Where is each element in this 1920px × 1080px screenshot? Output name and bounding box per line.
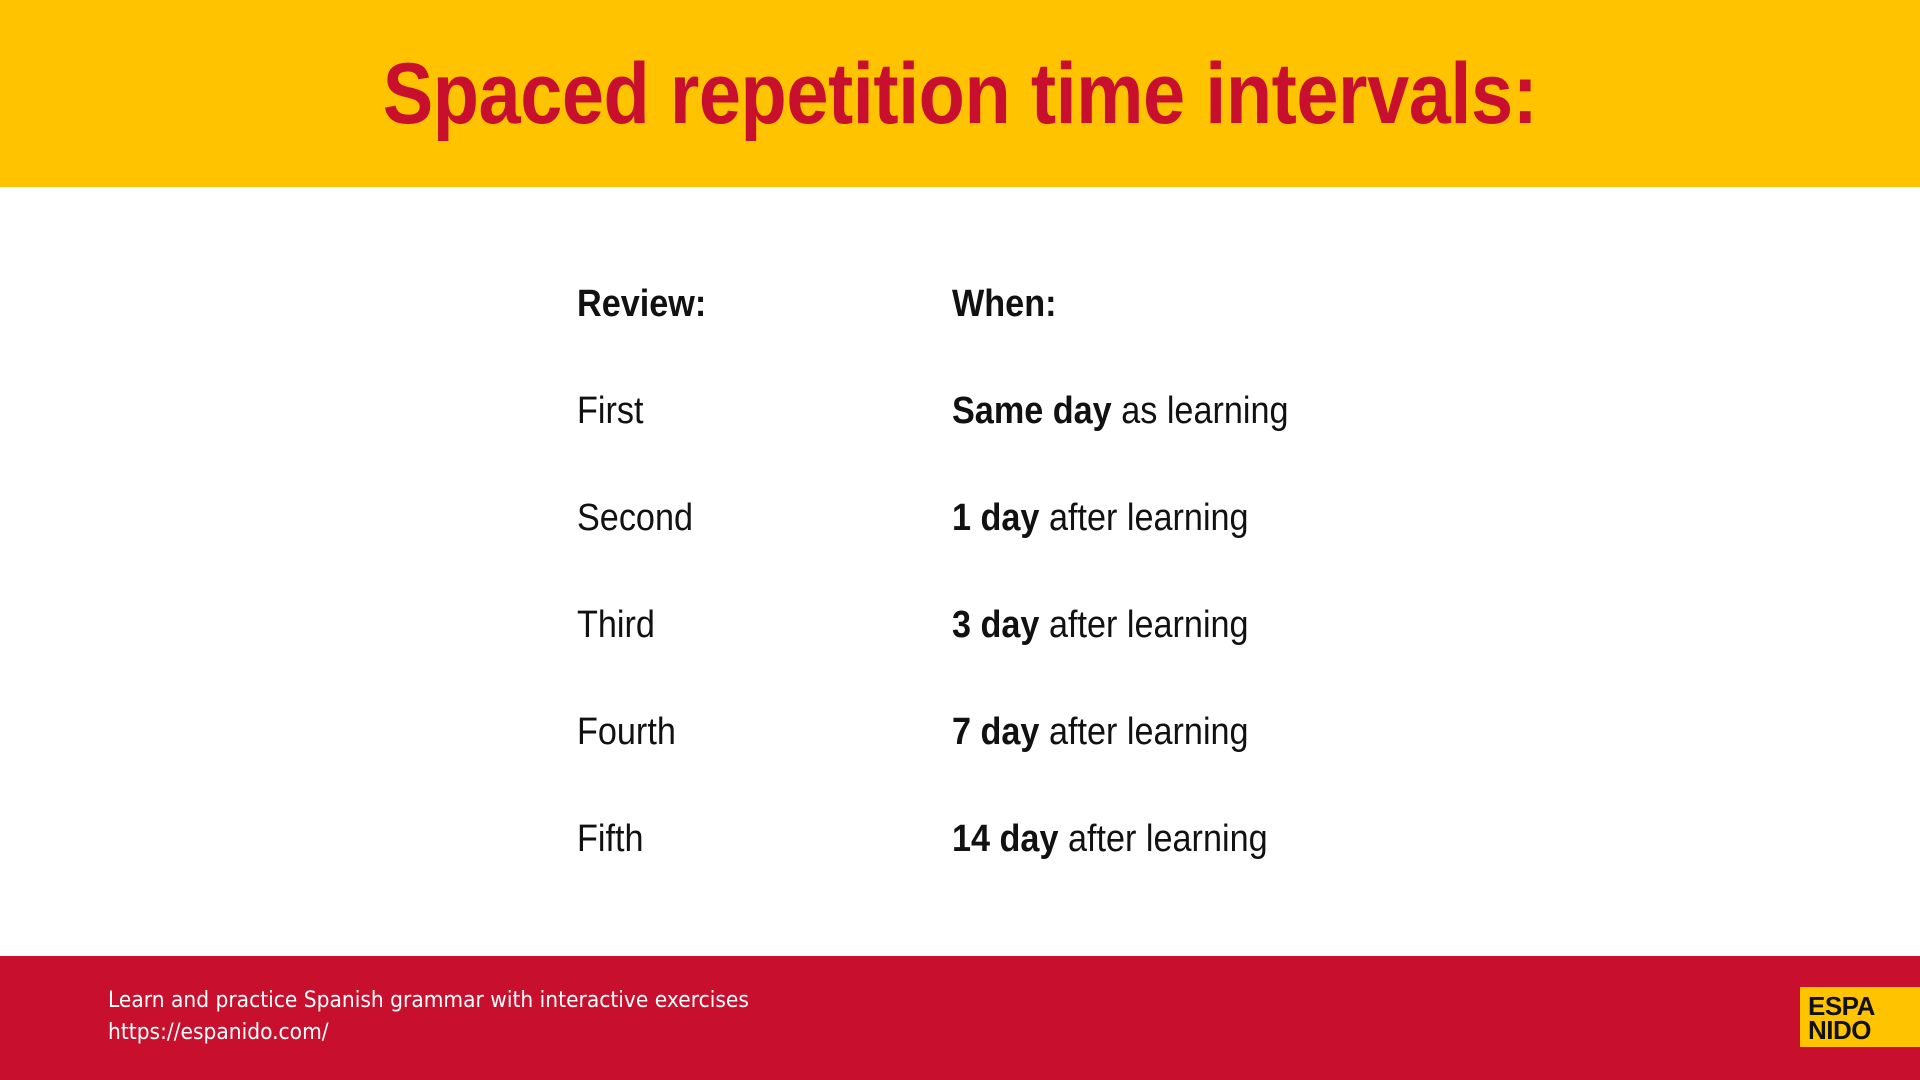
- when-description: after learning: [1058, 818, 1268, 860]
- table-row: Third 3 day after learning: [577, 600, 1477, 650]
- column-header-when: When:: [952, 283, 1057, 325]
- when-description: after learning: [1039, 497, 1249, 539]
- review-label: Fifth: [577, 818, 644, 860]
- review-when: 14 day after learning: [952, 814, 1268, 864]
- table-header-row: Review: When:: [577, 279, 1477, 329]
- when-interval: 7 day: [952, 711, 1040, 753]
- footer-url[interactable]: https://espanido.com/: [108, 1018, 348, 1048]
- table-row: First Same day as learning: [577, 386, 1477, 436]
- review-when: 1 day after learning: [952, 493, 1249, 543]
- espanido-logo[interactable]: ESPA NIDO: [1800, 987, 1920, 1047]
- when-description: after learning: [1039, 711, 1249, 753]
- footer-bar: Learn and practice Spanish grammar with …: [0, 956, 1920, 1080]
- when-interval: 3 day: [952, 604, 1040, 646]
- review-when: Same day as learning: [952, 386, 1289, 436]
- table-row: Fifth 14 day after learning: [577, 814, 1477, 864]
- review-label: Second: [577, 497, 694, 539]
- footer-tagline: Learn and practice Spanish grammar with …: [108, 986, 805, 1016]
- review-label: First: [577, 390, 644, 432]
- when-interval: Same day: [952, 390, 1112, 432]
- header-banner: Spaced repetition time intervals:: [0, 0, 1920, 187]
- when-interval: 1 day: [952, 497, 1040, 539]
- page-title: Spaced repetition time intervals:: [0, 44, 1920, 144]
- table-row: Second 1 day after learning: [577, 493, 1477, 543]
- table-row: Fourth 7 day after learning: [577, 707, 1477, 757]
- logo-line-2: NIDO: [1808, 1015, 1872, 1045]
- column-header-review: Review:: [577, 283, 707, 325]
- page-title-text: Spaced repetition time intervals:: [382, 46, 1538, 142]
- footer-tagline-text: Learn and practice Spanish grammar with …: [108, 988, 749, 1013]
- when-interval: 14 day: [952, 818, 1059, 860]
- review-when: 7 day after learning: [952, 707, 1249, 757]
- when-description: after learning: [1039, 604, 1249, 646]
- review-when: 3 day after learning: [952, 600, 1249, 650]
- footer-url-link[interactable]: https://espanido.com/: [108, 1018, 329, 1048]
- review-label: Third: [577, 604, 655, 646]
- when-description: as learning: [1111, 390, 1289, 432]
- review-label: Fourth: [577, 711, 676, 753]
